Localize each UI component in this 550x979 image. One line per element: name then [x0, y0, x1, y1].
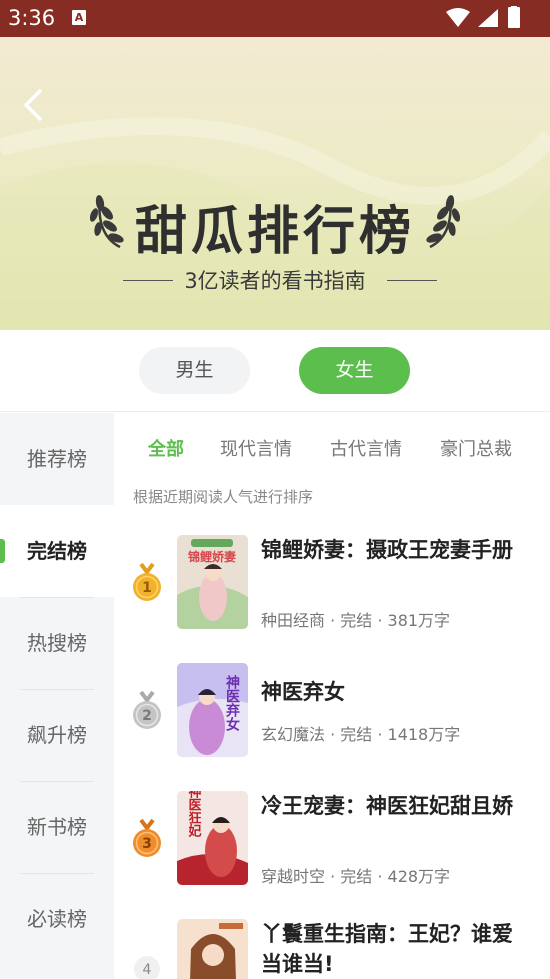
book-cover: 锦鲤娇妻 [177, 535, 248, 629]
sidebar-item-must-read[interactable]: 必读榜 [0, 873, 114, 965]
sidebar-item-label: 热搜榜 [27, 631, 87, 655]
a-notification-icon: A [72, 10, 86, 25]
ranking-list-panel: 全部 现代言情 古代言情 豪门总裁 根据近期阅读人气进行排序 1 锦鲤娇妻 锦鲤… [114, 413, 550, 979]
book-title: 锦鲤娇妻：摄政王宠妻手册 [261, 538, 513, 562]
rank-number: 4 [143, 962, 152, 978]
book-cover [177, 919, 248, 979]
status-icons [446, 6, 520, 28]
book-item[interactable]: 1 锦鲤娇妻 锦鲤娇妻：摄政王宠妻手册 种田经商 · 完结 · 381万字 [114, 535, 550, 645]
ranking-sidebar: 推荐榜 完结榜 热搜榜 飙升榜 新书榜 必读榜 [0, 413, 114, 979]
book-meta: 玄幻魔法 · 完结 · 1418万字 [261, 725, 461, 744]
sidebar-item-hot-search[interactable]: 热搜榜 [0, 597, 114, 689]
sidebar-item-recommended[interactable]: 推荐榜 [0, 413, 114, 505]
gold-medal-icon: 1 [133, 563, 161, 601]
tab-modern-romance[interactable]: 现代言情 [220, 435, 292, 461]
book-item[interactable]: 4 丫鬟重生指南：王妃？谁爱当谁当! [114, 919, 550, 979]
tab-all[interactable]: 全部 [148, 435, 184, 461]
tab-female[interactable]: 女生 [299, 347, 410, 394]
book-meta: 种田经商 · 完结 · 381万字 [261, 611, 451, 630]
wifi-icon [446, 8, 470, 27]
sidebar-item-label: 推荐榜 [27, 447, 87, 471]
sort-hint: 根据近期阅读人气进行排序 [133, 488, 314, 506]
bronze-medal-icon: 3 [133, 819, 161, 857]
battery-icon [508, 6, 520, 28]
book-title: 丫鬟重生指南：王妃？谁爱当谁当! [261, 922, 513, 976]
signal-icon [478, 9, 498, 27]
sidebar-item-label: 完结榜 [27, 539, 87, 563]
book-meta: 穿越时空 · 完结 · 428万字 [261, 867, 451, 886]
cover-title: 神医弃女 [224, 674, 241, 732]
tab-ancient-romance[interactable]: 古代言情 [330, 435, 402, 461]
book-cover: 神医狂妃 [177, 791, 248, 885]
sidebar-item-label: 必读榜 [27, 907, 87, 931]
book-item[interactable]: 3 神医狂妃 冷王宠妻：神医狂妃甜且娇 穿越时空 · 完结 · 428万字 [114, 791, 550, 901]
back-arrow-icon[interactable] [18, 87, 48, 123]
book-title: 神医弃女 [261, 680, 345, 704]
tab-ceo[interactable]: 豪门总裁 [440, 435, 512, 461]
rank-badge: 4 [134, 956, 160, 979]
hero-title: 甜瓜排行榜 [134, 202, 415, 262]
silver-medal-icon: 2 [133, 691, 161, 729]
tab-male[interactable]: 男生 [139, 347, 250, 394]
cover-title: 神医狂妃 [186, 791, 202, 838]
cover-title: 锦鲤娇妻 [188, 549, 236, 564]
sidebar-item-new-books[interactable]: 新书榜 [0, 781, 114, 873]
book-title: 冷王宠妻：神医狂妃甜且娇 [261, 794, 513, 818]
sidebar-item-label: 新书榜 [27, 815, 87, 839]
book-item[interactable]: 2 神医弃女 神医弃女 玄幻魔法 · 完结 · 1418万字 [114, 663, 550, 773]
rank-number: 3 [142, 836, 152, 852]
book-cover: 神医弃女 [177, 663, 248, 757]
rank-number: 2 [142, 708, 152, 724]
gender-tabs: 男生 女生 [0, 330, 550, 412]
status-bar: 3:36 A [0, 0, 550, 37]
sidebar-item-completed[interactable]: 完结榜 [0, 505, 114, 597]
subtitle-divider-right [387, 280, 437, 281]
active-indicator [0, 539, 5, 563]
hero-subtitle: 3亿读者的看书指南 [184, 269, 366, 293]
status-time: 3:36 [8, 6, 56, 30]
rank-number: 1 [142, 580, 152, 596]
hero-banner: 甜瓜排行榜 3亿读者的看书指南 [0, 37, 550, 330]
sidebar-item-rising[interactable]: 飙升榜 [0, 689, 114, 781]
sidebar-item-label: 飙升榜 [27, 723, 87, 747]
